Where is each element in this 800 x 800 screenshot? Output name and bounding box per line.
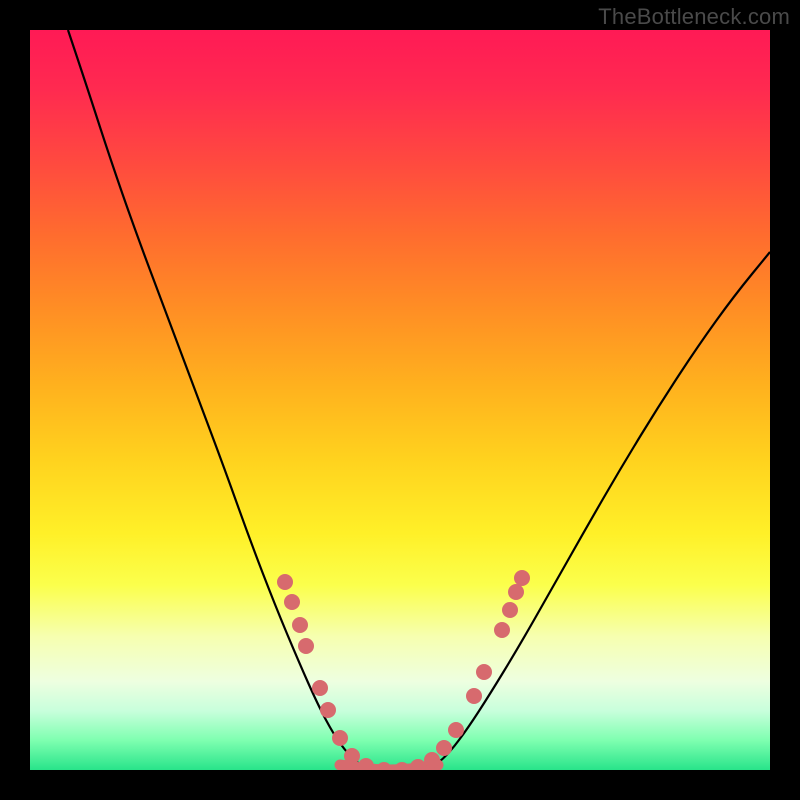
marker-dot [508, 584, 524, 600]
series-group [68, 30, 770, 770]
marker-dot [277, 574, 293, 590]
marker-dot [494, 622, 510, 638]
marker-dot [502, 602, 518, 618]
marker-dot [424, 752, 440, 768]
chart-svg [30, 30, 770, 770]
marker-dot [376, 762, 392, 770]
marker-dot [332, 730, 348, 746]
marker-dot [448, 722, 464, 738]
marker-dot [476, 664, 492, 680]
plot-area [30, 30, 770, 770]
marker-dot [358, 758, 374, 770]
marker-dot [410, 759, 426, 770]
marker-dot [436, 740, 452, 756]
marker-dot [320, 702, 336, 718]
marker-dot [284, 594, 300, 610]
markers-group [277, 570, 530, 770]
series-left-curve [68, 30, 372, 770]
marker-dot [312, 680, 328, 696]
watermark-text: TheBottleneck.com [598, 4, 790, 30]
marker-dot [344, 748, 360, 764]
marker-dot [298, 638, 314, 654]
marker-dot [394, 762, 410, 770]
marker-dot [514, 570, 530, 586]
chart-frame: TheBottleneck.com [0, 0, 800, 800]
marker-dot [292, 617, 308, 633]
marker-dot [466, 688, 482, 704]
